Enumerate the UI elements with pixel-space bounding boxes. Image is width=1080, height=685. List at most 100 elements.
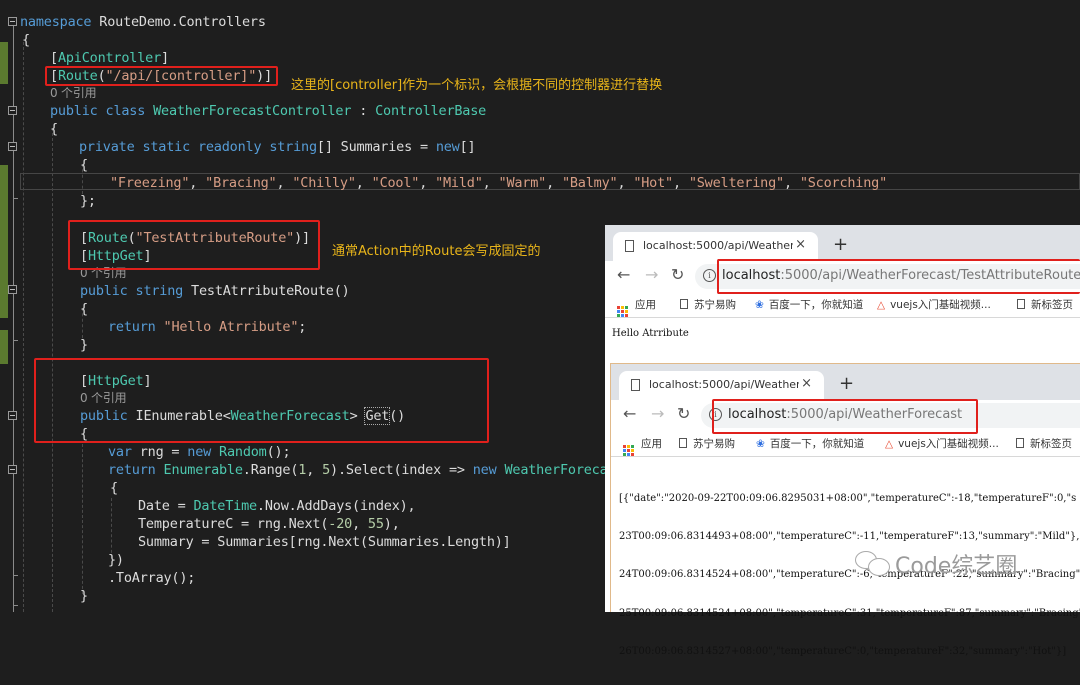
code-line: Summary = Summaries[rng.Next(Summaries.L… [138,534,511,550]
reload-icon[interactable]: ↻ [671,265,684,284]
string-literal: "Sweltering" [688,175,784,191]
bookmark-vuejs[interactable]: △ vuejs入门基础视频... [877,297,991,312]
string-literal: "Hot" [633,175,673,191]
tab-strip: localhost:5000/api/WeatherFo × + [611,364,1080,400]
code-line: } [80,337,88,353]
bracket: [ [50,50,58,66]
string-literal: "Freezing" [110,175,190,191]
identifier: ).Select(index => [330,462,473,478]
paren: ), [383,516,400,532]
info-icon[interactable]: i [703,269,716,282]
indent-guide [111,498,112,558]
bookmark-apps[interactable]: 应用 [623,436,662,456]
apps-grid-icon [617,306,628,317]
close-tab-icon[interactable]: × [801,376,812,391]
bookmark-label: vuejs入门基础视频... [890,299,991,311]
highlight-box-route-controller [45,66,278,86]
keyword: return [108,462,156,478]
identifier: [] Summaries = [316,139,436,155]
code-line: "Freezing", "Bracing", "Chilly", "Cool",… [110,175,888,191]
method-name: TestAtrributeRoute [191,283,334,299]
fold-toggle-class[interactable] [8,106,17,115]
reference-count[interactable]: 0 个引用 [50,84,97,102]
bookmarks-bar: 应用 苏宁易购 ❀ 百度一下，你就知道 △ vuejs入门基础视频... 新标签页 [611,430,1080,457]
browser-tab[interactable]: localhost:5000/api/WeatherFo × [619,371,824,400]
code-line: { [50,121,58,137]
flame-icon: △ [885,438,894,450]
bookmark-label: 苏宁易购 [693,438,735,450]
bookmark-suning[interactable]: 苏宁易购 [680,297,736,312]
new-tab-button[interactable]: + [839,373,854,394]
code-line: var rng = new Random(); [108,443,291,461]
fold-toggle-namespace[interactable] [8,17,17,26]
back-arrow-icon[interactable]: ← [617,265,630,284]
highlight-box-url-test-route [717,259,1080,294]
code-line: [ApiController] [50,49,169,67]
keyword: string [135,283,184,299]
page-icon [625,240,634,252]
keyword: new [472,462,497,478]
fold-toggle-summaries[interactable] [8,142,17,151]
bookmark-label: 百度一下，你就知道 [768,299,864,311]
string-literal: "Balmy" [561,175,618,191]
code-line: return Enumerable.Range(1, 5).Select(ind… [108,461,624,479]
code-line: { [22,32,30,48]
keyword: string [269,139,317,155]
class-name: DateTime [193,498,258,514]
class-name: Random [219,444,267,460]
comma: , [306,462,323,478]
bookmark-vuejs[interactable]: △ vuejs入门基础视频... [885,436,999,451]
indent-guide [23,42,24,612]
code-line: Date = DateTime.Now.AddDays(index), [138,497,416,515]
fold-toggle-testroute[interactable] [8,285,17,294]
forward-arrow-icon[interactable]: → [651,404,664,423]
highlight-box-url-weatherforecast [712,399,978,434]
bracket: ] [161,50,169,66]
paren: (); [266,444,291,460]
string-literal: "Warm" [498,175,547,191]
bookmarks-bar: 应用 苏宁易购 ❀ 百度一下，你就知道 △ vuejs入门基础视频... 新标签页 [605,291,1080,318]
bookmark-suning[interactable]: 苏宁易购 [679,436,735,451]
string-literal: "Scorching" [799,175,888,191]
keyword: new [187,444,212,460]
semicolon: ; [298,319,307,335]
fold-toggle-get[interactable] [8,411,17,420]
fold-toggle-return[interactable] [8,465,17,474]
string-literal: "Chilly" [292,175,356,191]
change-marker [0,330,8,364]
json-line: 25T00:09:06.8314524+08:00","temperatureC… [619,607,1080,619]
bookmark-new-tab[interactable]: 新标签页 [1016,436,1072,451]
change-marker [0,165,8,318]
close-tab-icon[interactable]: × [795,237,806,252]
new-tab-button[interactable]: + [833,234,848,255]
baidu-paw-icon: ❀ [756,438,765,450]
number-literal: 55 [367,516,384,532]
keyword: public [50,103,98,119]
class-name: Enumerable [163,462,243,478]
highlight-box-route-action [68,220,320,270]
keyword: namespace [20,14,92,30]
identifier: .Range( [242,462,299,478]
code-line: }) [108,552,124,568]
namespace-name: RouteDemo.Controllers [91,14,266,30]
browser-tab[interactable]: localhost:5000/api/WeatherFo × [613,232,818,261]
fold-end [13,198,18,199]
bookmark-baidu[interactable]: ❀ 百度一下，你就知道 [756,436,864,451]
forward-arrow-icon[interactable]: → [645,265,658,284]
code-line: }; [80,193,96,209]
keyword: readonly [197,139,262,155]
separator: : [351,103,376,119]
number-literal: 5 [322,462,331,478]
flame-icon: △ [877,299,886,311]
bookmark-apps[interactable]: 应用 [617,297,656,317]
identifier: .Now.AddDays(index), [256,498,416,514]
back-arrow-icon[interactable]: ← [623,404,636,423]
identifier: Date = [138,498,194,514]
number-literal: -20 [328,516,353,532]
page-icon [631,379,640,391]
annotation-action-note: 通常Action中的Route会写成固定的 [332,244,541,259]
reload-icon[interactable]: ↻ [677,404,690,423]
bookmark-baidu[interactable]: ❀ 百度一下，你就知道 [755,297,863,312]
bookmark-new-tab[interactable]: 新标签页 [1017,297,1073,312]
code-line: public string TestAtrributeRoute() [80,282,350,300]
